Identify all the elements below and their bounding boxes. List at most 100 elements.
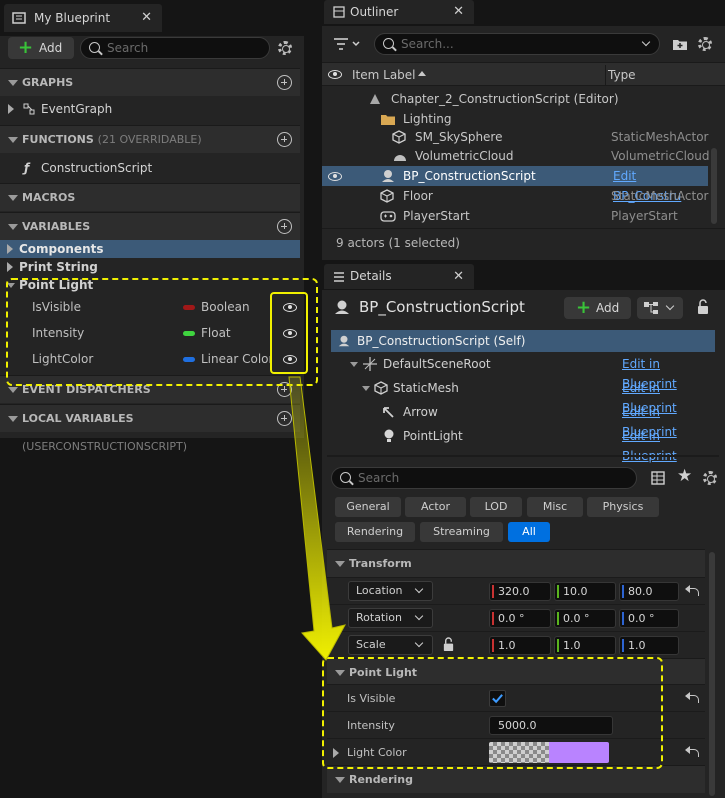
outliner-row-volumetriccloud[interactable]: VolumetricCloud VolumetricCloud [322, 146, 712, 166]
section-variables-label: VARIABLES [22, 220, 91, 233]
rotation-y-field[interactable]: 0.0 ° [554, 609, 616, 628]
outliner-row-playerstart[interactable]: PlayerStart PlayerStart [322, 206, 712, 226]
tab-actor[interactable]: Actor [405, 497, 466, 517]
property-row-location: Location 320.0 10.0 80.0 [327, 577, 705, 604]
details-scrollbar[interactable] [709, 552, 715, 796]
scale-y-field[interactable]: 1.0 [554, 636, 616, 655]
close-icon[interactable]: ✕ [453, 264, 464, 289]
location-z-field[interactable]: 80.0 [619, 582, 679, 601]
section-rendering[interactable]: Rendering [327, 765, 705, 793]
component-arrow[interactable]: Arrow Edit in Blueprint [331, 402, 715, 439]
section-variables[interactable]: VARIABLES [0, 212, 300, 240]
function-icon: ƒ [24, 161, 30, 175]
location-x-field[interactable]: 320.0 [489, 582, 551, 601]
tab-details[interactable]: Details ✕ [324, 264, 474, 289]
section-functions[interactable]: FUNCTIONS (21 OVERRIDABLE) [0, 125, 300, 153]
reset-icon[interactable] [685, 692, 699, 703]
tab-outliner[interactable]: Outliner ✕ [324, 0, 474, 24]
component-pointlight[interactable]: PointLight Edit in Blueprint [331, 426, 715, 463]
search-placeholder: Search [107, 41, 149, 55]
outliner-scrollbar[interactable] [711, 148, 717, 224]
section-transform[interactable]: Transform [327, 549, 705, 577]
outliner-search-input[interactable]: Search... [374, 33, 660, 55]
star-icon[interactable]: ★ [677, 466, 692, 486]
tab-physics[interactable]: Physics [587, 497, 659, 517]
chevron-down-icon [8, 137, 18, 143]
folder-icon [381, 115, 395, 125]
reset-icon[interactable] [685, 746, 699, 757]
location-y-field[interactable]: 10.0 [554, 582, 616, 601]
plus-icon: + [18, 37, 34, 58]
rotation-label: Rotation [356, 611, 403, 624]
blueprint-options-button[interactable] [637, 297, 683, 319]
edit-in-blueprint-link[interactable]: Edit in Blueprint [622, 426, 715, 466]
chevron-down-icon [8, 80, 18, 86]
chevron-down-icon[interactable] [641, 37, 651, 47]
rotation-z-field[interactable]: 0.0 ° [619, 609, 679, 628]
tab-lod[interactable]: LOD [470, 497, 522, 517]
list-item-eventgraph[interactable]: EventGraph [0, 99, 300, 119]
add-graph-icon[interactable] [277, 75, 292, 90]
location-dropdown[interactable]: Location [348, 581, 433, 601]
gear-icon[interactable] [698, 37, 712, 51]
visibility-column-icon[interactable] [328, 70, 342, 79]
close-icon[interactable]: ✕ [453, 0, 464, 24]
chevron-down-icon [414, 611, 424, 621]
tab-streaming[interactable]: Streaming [420, 522, 503, 542]
col-type[interactable]: Type [608, 63, 636, 87]
add-variable-icon[interactable] [277, 219, 292, 234]
unlock-icon[interactable] [442, 637, 455, 652]
chevron-down-icon [414, 584, 424, 594]
tab-my-blueprint[interactable]: My Blueprint ✕ [4, 4, 162, 32]
add-function-icon[interactable] [277, 132, 292, 147]
close-icon[interactable]: ✕ [141, 4, 152, 32]
category-print-string[interactable]: Print String [0, 258, 300, 276]
outliner-row-sm-skysphere[interactable]: SM_SkySphere StaticMeshActor [322, 127, 712, 147]
tab-all[interactable]: All [508, 522, 550, 542]
component-staticmesh[interactable]: StaticMesh Edit in Blueprint [331, 378, 715, 415]
chevron-down-icon [665, 301, 675, 311]
light-bulb-icon [384, 429, 394, 442]
section-local-variables[interactable]: LOCAL VARIABLES (USERCONSTRUCTIONSCRIPT) [0, 404, 300, 453]
eventgraph-label: EventGraph [41, 102, 113, 116]
outliner-row-level[interactable]: Chapter_2_ConstructionScript (Editor) [322, 89, 712, 109]
scale-z-field[interactable]: 1.0 [619, 636, 679, 655]
gear-icon[interactable] [278, 41, 292, 55]
details-add-button[interactable]: + Add [564, 297, 631, 319]
rotation-x-field[interactable]: 0.0 ° [489, 609, 551, 628]
component-self[interactable]: BP_ConstructionScript (Self) [331, 330, 715, 352]
scale-x-field[interactable]: 1.0 [489, 636, 551, 655]
reset-icon[interactable] [685, 585, 699, 596]
eye-icon[interactable] [328, 172, 342, 181]
category-components[interactable]: Components [0, 240, 300, 258]
outliner-row-floor[interactable]: Floor StaticMeshActor [322, 186, 712, 206]
details-search-input[interactable]: Search [331, 467, 637, 489]
player-start-icon [380, 211, 396, 222]
actor-icon [338, 335, 350, 347]
x-axis-bar [492, 612, 494, 625]
search-input[interactable]: Search [80, 37, 270, 59]
section-local-variables-label: LOCAL VARIABLES [22, 412, 134, 425]
lock-icon[interactable] [696, 299, 710, 315]
category-components-label: Components [19, 242, 104, 256]
chevron-down-icon [8, 387, 18, 393]
section-macros[interactable]: MACROS [0, 183, 300, 211]
table-view-icon[interactable] [651, 471, 665, 485]
tab-general[interactable]: General [335, 497, 401, 517]
add-local-variable-icon[interactable] [277, 411, 292, 426]
tab-rendering[interactable]: Rendering [335, 522, 415, 542]
component-defaultsceneroot[interactable]: DefaultSceneRoot Edit in Blueprint [331, 354, 715, 391]
outliner-row-bp-constructionscript[interactable]: BP_ConstructionScript Edit BP_Constru [322, 166, 708, 203]
x-axis-bar [492, 639, 494, 652]
col-item-label[interactable]: Item Label [352, 63, 416, 87]
tab-misc[interactable]: Misc [527, 497, 583, 517]
add-button[interactable]: + Add [8, 37, 74, 59]
filter-icon[interactable] [332, 36, 362, 52]
add-folder-icon[interactable] [672, 37, 688, 51]
scale-dropdown[interactable]: Scale [348, 635, 433, 655]
gear-icon[interactable] [703, 471, 717, 485]
outliner-row-lighting[interactable]: Lighting [322, 109, 712, 129]
section-graphs[interactable]: GRAPHS [0, 68, 300, 96]
list-item-constructionscript[interactable]: ƒ ConstructionScript [0, 158, 300, 178]
rotation-dropdown[interactable]: Rotation [348, 608, 433, 628]
